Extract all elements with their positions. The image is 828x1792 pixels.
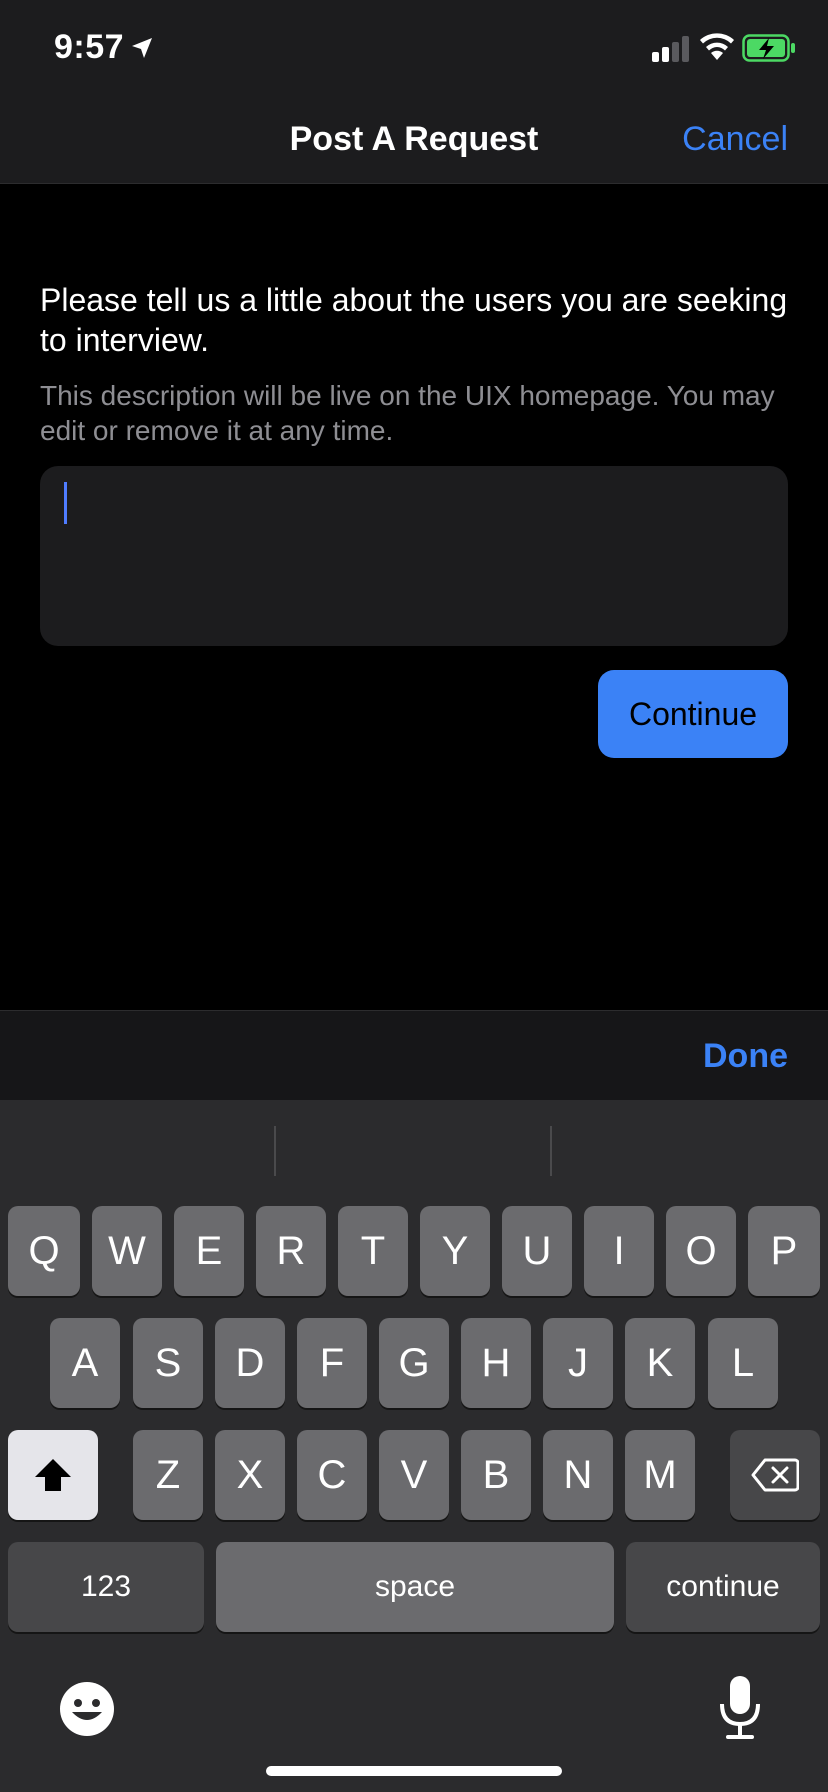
hint-text: This description will be live on the UIX…	[40, 380, 775, 446]
key-o[interactable]: O	[666, 1206, 736, 1296]
key-n[interactable]: N	[543, 1430, 613, 1520]
nav-bar: Post A Request Cancel	[0, 100, 828, 184]
description-textarea[interactable]	[40, 466, 788, 646]
key-m[interactable]: M	[625, 1430, 695, 1520]
key-f[interactable]: F	[297, 1318, 367, 1408]
key-t[interactable]: T	[338, 1206, 408, 1296]
screen: 9:57 Post A Request Cancel Please tell u…	[0, 0, 828, 1792]
suggestion-divider	[274, 1126, 276, 1176]
battery-charging-icon	[742, 34, 795, 62]
signal-icon	[652, 36, 689, 62]
key-x[interactable]: X	[215, 1430, 285, 1520]
emoji-icon[interactable]	[58, 1680, 116, 1738]
keyboard: Q W E R T Y U I O P A S D F G H J K L Z …	[0, 1100, 828, 1792]
backspace-key[interactable]	[730, 1430, 820, 1520]
key-k[interactable]: K	[625, 1318, 695, 1408]
microphone-icon[interactable]	[718, 1674, 762, 1740]
key-u[interactable]: U	[502, 1206, 572, 1296]
keyboard-toolbar: Done	[0, 1010, 828, 1100]
status-bar: 9:57	[0, 0, 828, 100]
return-key[interactable]: continue	[626, 1542, 820, 1632]
space-key[interactable]: space	[216, 1542, 614, 1632]
location-arrow-icon	[132, 38, 152, 58]
key-j[interactable]: J	[543, 1318, 613, 1408]
key-w[interactable]: W	[92, 1206, 162, 1296]
cancel-button[interactable]: Cancel	[682, 120, 788, 159]
key-i[interactable]: I	[584, 1206, 654, 1296]
shift-key[interactable]	[8, 1430, 98, 1520]
key-g[interactable]: G	[379, 1318, 449, 1408]
key-p[interactable]: P	[748, 1206, 820, 1296]
home-indicator[interactable]	[266, 1766, 562, 1776]
status-time: 9:57	[54, 28, 125, 66]
key-l[interactable]: L	[708, 1318, 778, 1408]
key-b[interactable]: B	[461, 1430, 531, 1520]
done-button[interactable]: Done	[703, 1037, 788, 1076]
text-caret	[64, 482, 67, 524]
suggestion-divider	[550, 1126, 552, 1176]
key-z[interactable]: Z	[133, 1430, 203, 1520]
continue-button[interactable]: Continue	[598, 670, 788, 758]
shift-icon	[35, 1459, 71, 1491]
key-h[interactable]: H	[461, 1318, 531, 1408]
key-c[interactable]: C	[297, 1430, 367, 1520]
key-v[interactable]: V	[379, 1430, 449, 1520]
key-e[interactable]: E	[174, 1206, 244, 1296]
key-y[interactable]: Y	[420, 1206, 490, 1296]
key-a[interactable]: A	[50, 1318, 120, 1408]
key-d[interactable]: D	[215, 1318, 285, 1408]
key-r[interactable]: R	[256, 1206, 326, 1296]
numbers-key[interactable]: 123	[8, 1542, 204, 1632]
prompt-text: Please tell us a little about the users …	[40, 282, 788, 358]
key-q[interactable]: Q	[8, 1206, 80, 1296]
wifi-icon	[700, 33, 734, 60]
key-s[interactable]: S	[133, 1318, 203, 1408]
backspace-icon	[751, 1458, 799, 1492]
